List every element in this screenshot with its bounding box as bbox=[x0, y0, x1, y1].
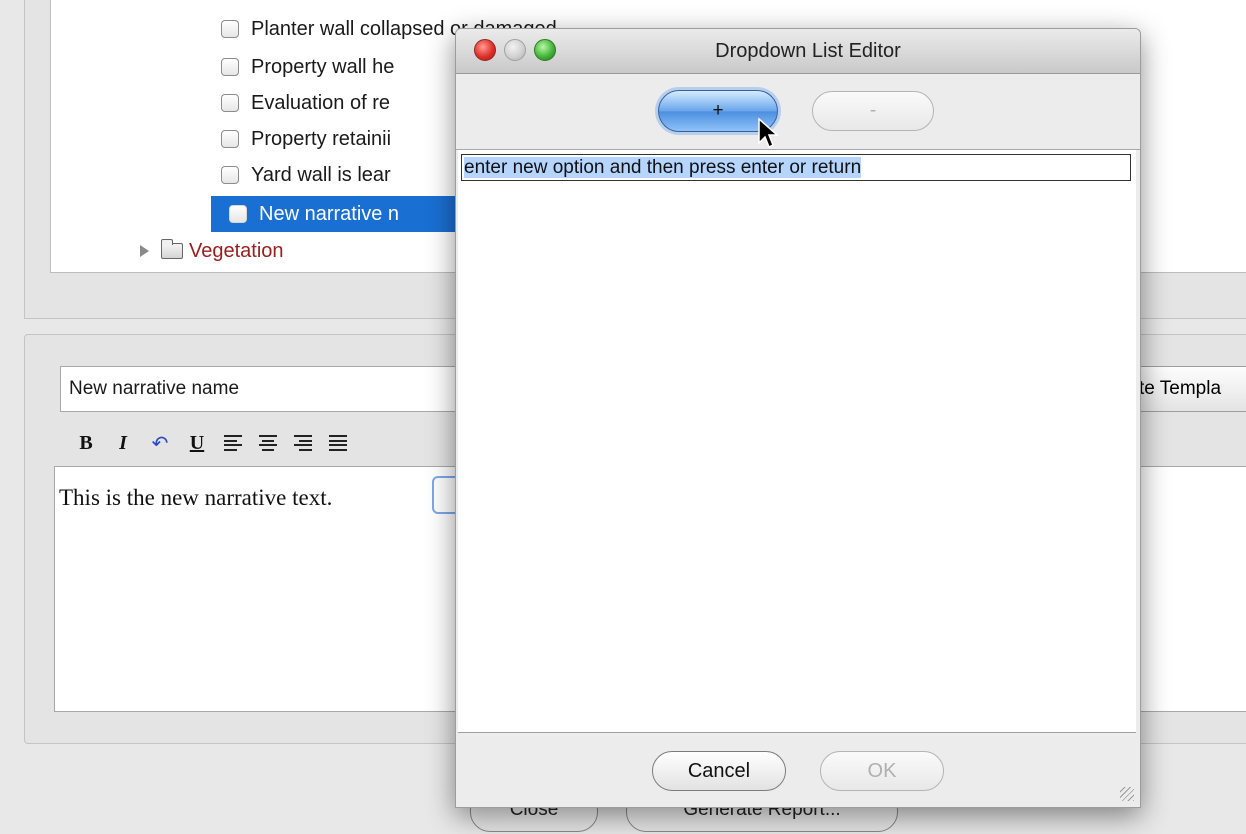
tree-item[interactable]: Yard wall is lear bbox=[221, 160, 391, 190]
undo-button[interactable]: ↶ bbox=[150, 431, 170, 456]
title-bar[interactable]: Dropdown List Editor bbox=[456, 29, 1140, 74]
tree-item[interactable]: Property wall he bbox=[221, 52, 394, 82]
checkbox[interactable] bbox=[221, 166, 239, 184]
checkbox[interactable] bbox=[221, 94, 239, 112]
tree-item[interactable]: Evaluation of re bbox=[221, 88, 390, 118]
align-right-icon[interactable] bbox=[294, 435, 312, 451]
bold-button[interactable]: B bbox=[76, 432, 96, 455]
dialog-toolbar: + - bbox=[456, 73, 1140, 150]
checkbox[interactable] bbox=[229, 205, 247, 223]
tree-item-label: Evaluation of re bbox=[251, 91, 390, 114]
narrative-name-value: New narrative name bbox=[69, 378, 240, 399]
narrative-body-text: This is the new narrative text. bbox=[59, 485, 333, 510]
remove-option-button[interactable]: - bbox=[812, 91, 934, 131]
save-template-button[interactable]: te Templa bbox=[1134, 366, 1246, 412]
folder-icon bbox=[161, 239, 183, 259]
new-option-text: enter new option and then press enter or… bbox=[464, 157, 862, 178]
dropdown-list-editor-dialog: Dropdown List Editor + - enter new optio… bbox=[455, 28, 1141, 808]
tree-item-label: Property retainii bbox=[251, 127, 392, 150]
ok-button[interactable]: OK bbox=[820, 751, 944, 791]
save-template-label: te Templa bbox=[1139, 378, 1222, 399]
dialog-footer: Cancel OK bbox=[456, 733, 1140, 807]
underline-button[interactable]: U bbox=[187, 432, 207, 455]
align-center-icon[interactable] bbox=[259, 435, 277, 451]
align-left-icon[interactable] bbox=[224, 435, 242, 451]
tree-item-label: Property wall he bbox=[251, 55, 395, 78]
tree-item-label: New narrative n bbox=[259, 202, 400, 225]
tree-folder-vegetation[interactable]: Vegetation bbox=[140, 236, 284, 266]
resize-grip-icon[interactable] bbox=[1120, 787, 1134, 801]
disclosure-triangle-icon[interactable] bbox=[140, 245, 149, 257]
format-toolbar: B I ↶ U bbox=[76, 428, 347, 458]
checkbox[interactable] bbox=[221, 130, 239, 148]
checkbox[interactable] bbox=[221, 58, 239, 76]
checkbox[interactable] bbox=[221, 20, 239, 38]
mouse-cursor-icon bbox=[758, 117, 779, 149]
option-list[interactable]: enter new option and then press enter or… bbox=[458, 150, 1136, 733]
italic-button[interactable]: I bbox=[113, 432, 133, 455]
tree-item-label: Yard wall is lear bbox=[251, 163, 391, 186]
align-justify-icon[interactable] bbox=[329, 435, 347, 451]
tree-item[interactable]: Property retainii bbox=[221, 124, 391, 154]
new-option-field[interactable]: enter new option and then press enter or… bbox=[461, 154, 1131, 181]
cancel-button[interactable]: Cancel bbox=[652, 751, 786, 791]
folder-label: Vegetation bbox=[189, 239, 284, 262]
tree-item-selected[interactable]: New narrative n bbox=[211, 196, 471, 232]
dialog-title: Dropdown List Editor bbox=[715, 40, 901, 62]
